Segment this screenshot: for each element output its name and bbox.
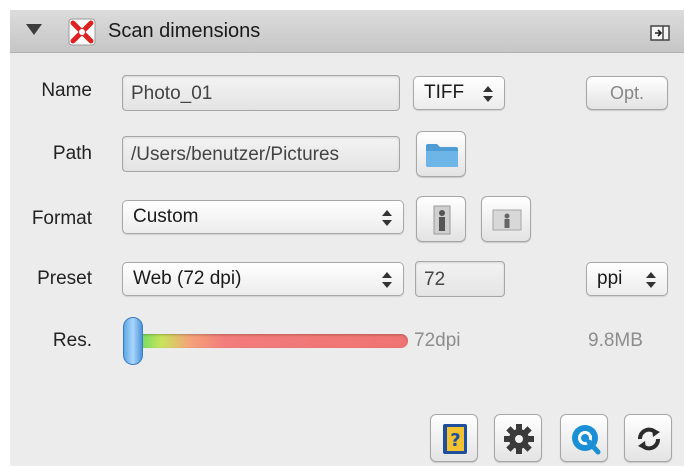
reset-icon [638, 427, 660, 451]
preset-select[interactable]: Web (72 dpi) [122, 262, 404, 296]
reset-button[interactable] [624, 414, 672, 462]
resolution-readout: 72dpi [414, 330, 461, 351]
name-label: Name [41, 80, 92, 101]
landscape-orientation-icon [492, 209, 522, 231]
svg-text:?: ? [450, 430, 460, 451]
portrait-orientation-icon [433, 205, 451, 235]
preset-label: Preset [37, 268, 92, 289]
res-label: Res. [52, 330, 92, 351]
path-field[interactable]: /Users/benutzer/Pictures [122, 136, 400, 172]
panel-title: Scan dimensions [108, 20, 261, 42]
help-book-icon: ? [443, 424, 467, 454]
updown-arrows-icon [483, 86, 493, 102]
detach-panel-icon[interactable] [650, 25, 670, 41]
file-format-select[interactable]: TIFF [413, 76, 505, 110]
updown-arrows-icon [646, 272, 656, 288]
format-value: Custom [133, 206, 199, 227]
quick-scan-icon [572, 425, 601, 455]
unit-value: ppi [597, 268, 623, 289]
updown-arrows-icon [382, 272, 392, 288]
options-button[interactable]: Opt. [586, 76, 668, 110]
name-field[interactable]: Photo_01 [122, 75, 400, 111]
updown-arrows-icon [382, 210, 392, 226]
settings-button[interactable] [494, 414, 542, 462]
path-label: Path [52, 143, 92, 164]
resolution-field[interactable]: 72 [415, 261, 505, 297]
panel-title-bar: Scan dimensions [10, 10, 684, 53]
choose-folder-button[interactable] [416, 131, 466, 177]
folder-icon [426, 144, 458, 167]
format-select[interactable]: Custom [122, 200, 404, 234]
quick-scan-button[interactable] [560, 414, 608, 462]
resolution-slider-track[interactable] [128, 334, 408, 348]
scanner-app-icon [68, 18, 96, 46]
portrait-orientation-button[interactable] [416, 196, 466, 242]
gear-icon [504, 424, 534, 454]
disclosure-triangle-icon[interactable] [26, 24, 42, 35]
preset-value: Web (72 dpi) [133, 268, 242, 289]
help-button[interactable]: ? [430, 414, 478, 462]
scan-dimensions-panel: Scan dimensions Name Photo_01 TIFF Opt. … [10, 10, 684, 466]
landscape-orientation-button[interactable] [481, 196, 531, 242]
unit-select[interactable]: ppi [586, 262, 668, 296]
resolution-slider-knob[interactable] [123, 317, 143, 365]
file-size-readout: 9.8MB [588, 330, 643, 351]
format-label: Format [31, 208, 92, 229]
file-format-value: TIFF [424, 82, 465, 103]
